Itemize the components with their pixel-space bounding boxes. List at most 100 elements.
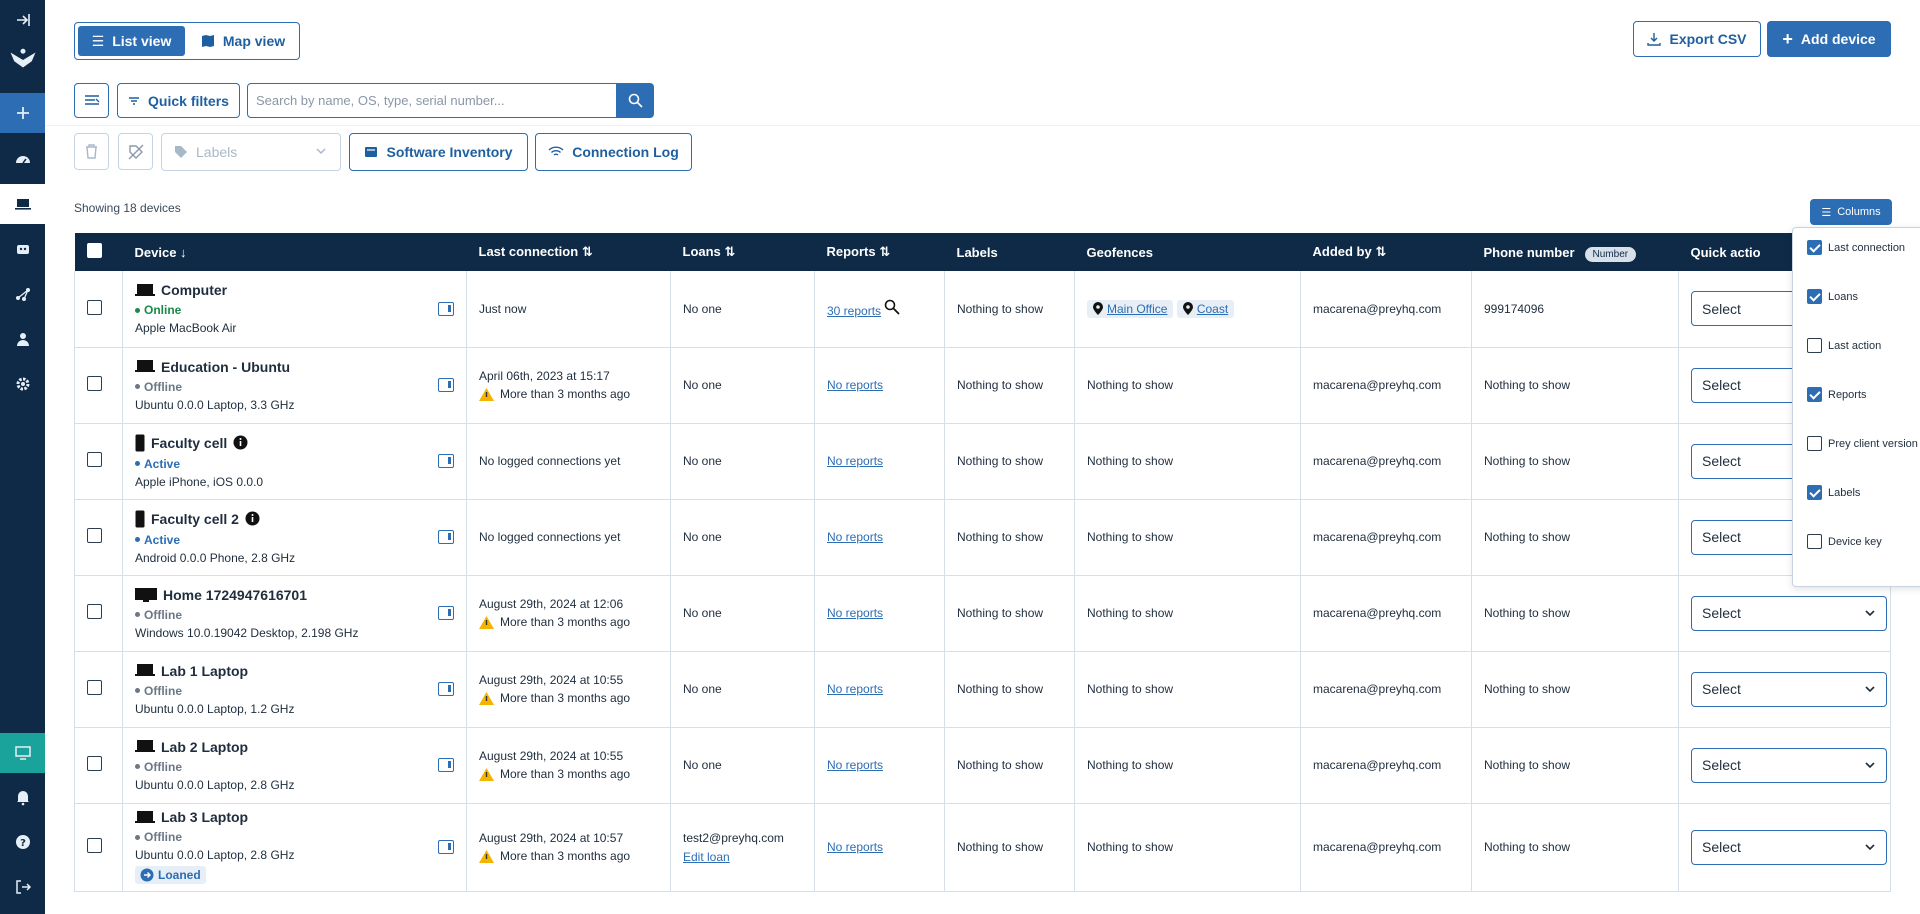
export-csv-button[interactable]: Export CSV [1633,21,1761,57]
row-checkbox[interactable] [87,299,102,315]
side-panel-icon[interactable] [438,301,454,316]
column-option[interactable]: Last connection [1807,240,1905,255]
device-cell[interactable]: Faculty cell Active Apple iPhone, iOS 0.… [122,423,467,500]
device-name[interactable]: Lab 3 Laptop [161,809,248,825]
column-checkbox[interactable] [1807,387,1822,402]
device-name[interactable]: Education - Ubuntu [161,359,290,375]
device-cell[interactable]: Computer Online Apple MacBook Air [122,271,467,348]
side-panel-icon[interactable] [438,758,454,772]
row-checkbox[interactable] [87,838,102,853]
sidebar-item-settings[interactable] [0,364,45,404]
info-icon[interactable] [245,511,260,526]
row-checkbox[interactable] [87,452,102,467]
row-checkbox[interactable] [87,376,102,391]
sidebar-item-integrations[interactable] [0,274,45,314]
quick-action-select[interactable]: Select [1691,671,1887,707]
header-reports[interactable]: Reports ⇅ [814,233,945,271]
geofence-coast[interactable]: Coast [1176,299,1235,318]
sidebar-item-dashboard[interactable] [0,139,45,179]
reports-link[interactable]: No reports [827,682,883,696]
reports-link[interactable]: No reports [827,840,883,854]
table-row[interactable]: Lab 3 Laptop Offline Ubuntu 0.0.0 Laptop… [74,803,1891,892]
sidebar-add-button[interactable] [0,93,45,133]
table-row[interactable]: Faculty cell 2 Active Android 0.0.0 Phon… [74,499,1891,576]
header-device[interactable]: Device ↓ [122,233,467,271]
quick-filters-button[interactable]: Quick filters [117,83,240,118]
device-name[interactable]: Lab 1 Laptop [161,663,248,679]
info-icon[interactable] [233,435,248,450]
table-row[interactable]: Home 1724947616701 Offline Windows 10.0.… [74,575,1891,652]
collapse-sidebar-button[interactable] [0,0,45,40]
sidebar-item-monitor[interactable] [0,733,45,773]
device-name[interactable]: Faculty cell 2 [151,511,239,527]
side-panel-icon[interactable] [438,454,454,468]
header-added-by[interactable]: Added by ⇅ [1300,233,1472,271]
device-name[interactable]: Computer [161,282,227,298]
row-checkbox[interactable] [87,680,102,695]
reports-link[interactable]: No reports [827,378,883,392]
device-cell[interactable]: Lab 2 Laptop Offline Ubuntu 0.0.0 Laptop… [122,727,467,804]
labels-select[interactable]: Labels [161,133,341,171]
list-view-button[interactable]: ☰ List view [78,26,185,56]
sidebar-item-automation[interactable] [0,229,45,269]
device-cell[interactable]: Lab 3 Laptop Offline Ubuntu 0.0.0 Laptop… [122,803,467,892]
side-panel-icon[interactable] [438,606,454,620]
row-checkbox[interactable] [87,756,102,771]
reports-link[interactable]: No reports [827,530,883,544]
sidebar-item-devices[interactable] [0,184,45,224]
select-all-checkbox[interactable] [86,243,102,258]
column-checkbox[interactable] [1807,436,1822,451]
quick-action-select[interactable]: Select [1691,747,1887,783]
connection-log-button[interactable]: Connection Log [535,133,692,171]
device-cell[interactable]: Education - Ubuntu Offline Ubuntu 0.0.0 … [122,347,467,424]
table-row[interactable]: Computer Online Apple MacBook Air Just n… [74,271,1891,348]
column-checkbox[interactable] [1807,534,1822,549]
table-row[interactable]: Lab 2 Laptop Offline Ubuntu 0.0.0 Laptop… [74,727,1891,804]
map-view-button[interactable]: Map view [189,26,297,56]
table-row[interactable]: Faculty cell Active Apple iPhone, iOS 0.… [74,423,1891,500]
device-name[interactable]: Faculty cell [151,435,227,451]
sidebar-item-users[interactable] [0,319,45,359]
column-option[interactable]: Last action [1807,338,1881,353]
edit-loan-link[interactable]: Edit loan [683,850,730,864]
reports-link[interactable]: No reports [827,454,883,468]
reports-link[interactable]: 30 reports [827,304,881,318]
add-device-button[interactable]: + Add device [1767,21,1891,57]
side-panel-icon[interactable] [438,840,454,854]
column-checkbox[interactable] [1807,240,1822,255]
delete-button[interactable] [74,133,109,170]
table-row[interactable]: Lab 1 Laptop Offline Ubuntu 0.0.0 Laptop… [74,651,1891,728]
column-checkbox[interactable] [1807,289,1822,304]
device-cell[interactable]: Faculty cell 2 Active Android 0.0.0 Phon… [122,499,467,576]
column-option[interactable]: Reports [1807,387,1867,402]
row-checkbox[interactable] [87,528,102,543]
header-loans[interactable]: Loans ⇅ [670,233,815,271]
sidebar-item-logout[interactable] [0,867,45,907]
software-inventory-button[interactable]: Software Inventory [349,133,528,171]
header-last-connection[interactable]: Last connection ⇅ [466,233,671,271]
reports-link[interactable]: No reports [827,758,883,772]
remove-label-button[interactable] [118,133,153,170]
column-option[interactable]: Prey client version [1807,436,1918,451]
device-name[interactable]: Home 1724947616701 [163,587,307,603]
column-checkbox[interactable] [1807,338,1822,353]
quick-action-select[interactable]: Select [1691,829,1887,865]
column-option[interactable]: Labels [1807,485,1860,500]
device-cell[interactable]: Lab 1 Laptop Offline Ubuntu 0.0.0 Laptop… [122,651,467,728]
reports-link[interactable]: No reports [827,606,883,620]
side-panel-icon[interactable] [438,378,454,392]
columns-button[interactable]: ☰ Columns [1810,199,1892,225]
geofence-main-office[interactable]: Main Office [1087,299,1174,318]
search-button[interactable] [617,83,654,118]
side-panel-icon[interactable] [438,682,454,696]
sidebar-item-help[interactable]: ? [0,822,45,862]
device-cell[interactable]: Home 1724947616701 Offline Windows 10.0.… [122,575,467,652]
sidebar-item-notifications[interactable] [0,777,45,817]
column-option[interactable]: Device key [1807,534,1882,549]
column-option[interactable]: Loans [1807,289,1858,304]
table-row[interactable]: Education - Ubuntu Offline Ubuntu 0.0.0 … [74,347,1891,424]
toggle-filters-button[interactable] [74,83,109,118]
row-checkbox[interactable] [87,604,102,619]
search-input[interactable] [247,83,617,118]
side-panel-icon[interactable] [438,530,454,544]
